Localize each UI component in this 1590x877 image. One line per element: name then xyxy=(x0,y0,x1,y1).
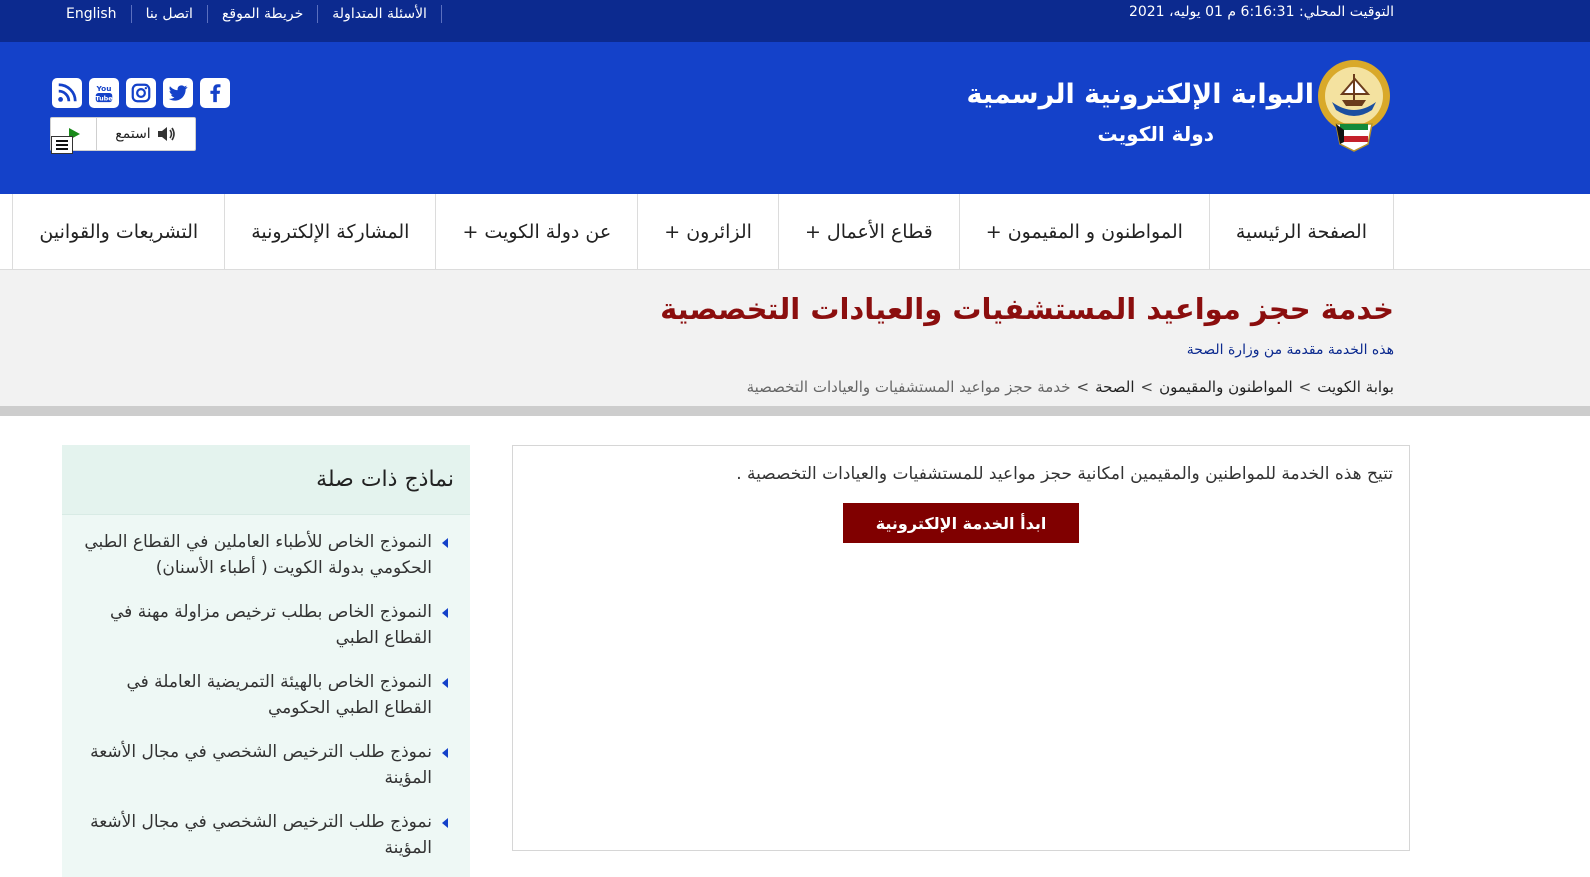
top-links: English اتصل بنا خريطة الموقع الأسئلة ال… xyxy=(52,0,442,28)
bullet-arrow-icon xyxy=(442,538,448,548)
nav-about-kuwait[interactable]: عن دولة الكويت + xyxy=(435,194,637,270)
faq-link[interactable]: الأسئلة المتداولة xyxy=(318,5,442,23)
breadcrumb-separator: > xyxy=(1298,378,1312,396)
twitter-icon[interactable] xyxy=(163,78,193,108)
breadcrumb-citizens[interactable]: المواطنون والمقيمون xyxy=(1159,378,1293,396)
sidebar-title: نماذج ذات صلة xyxy=(62,445,470,515)
contact-us-link[interactable]: اتصل بنا xyxy=(132,5,208,23)
page-title: خدمة حجز مواعيد المستشفيات والعيادات الت… xyxy=(660,292,1394,326)
related-forms-list: النموذج الخاص للأطباء العاملين في القطاع… xyxy=(62,515,470,861)
breadcrumb-health[interactable]: الصحة xyxy=(1095,378,1134,396)
svg-text:Tube: Tube xyxy=(95,94,113,102)
svg-text:You: You xyxy=(96,84,112,93)
social-links: You Tube xyxy=(52,78,230,108)
listen-menu-button[interactable] xyxy=(51,136,73,154)
service-provider: هذه الخدمة مقدمة من وزارة الصحة xyxy=(1186,342,1394,358)
nav-citizens-residents[interactable]: المواطنون و المقيمون + xyxy=(958,194,1209,270)
youtube-icon[interactable]: You Tube xyxy=(89,78,119,108)
bullet-arrow-icon xyxy=(442,678,448,688)
listen-widget: استمع xyxy=(50,117,196,154)
header: البوابة الإلكترونية الرسمية دولة الكويت … xyxy=(0,42,1590,194)
breadcrumb-current: خدمة حجز مواعيد المستشفيات والعيادات الت… xyxy=(746,378,1071,396)
speaker-icon xyxy=(157,127,175,141)
related-form-link[interactable]: نموذج طلب الترخيص الشخصي في مجال الأشعة … xyxy=(74,739,432,791)
rss-icon[interactable] xyxy=(52,78,82,108)
bullet-arrow-icon xyxy=(442,608,448,618)
local-time: التوقيت المحلي: 6:16:31 م 01 يوليه، 2021 xyxy=(1128,4,1394,20)
bullet-arrow-icon xyxy=(442,748,448,758)
listen-button[interactable]: استمع xyxy=(97,118,195,150)
facebook-icon[interactable] xyxy=(200,78,230,108)
nav-business[interactable]: قطاع الأعمال + xyxy=(777,194,959,270)
bullet-arrow-icon xyxy=(442,818,448,828)
related-form-link[interactable]: النموذج الخاص بالهيئة التمريضية العاملة … xyxy=(74,669,432,721)
kuwait-emblem-icon[interactable] xyxy=(1314,56,1394,152)
portal-subtitle: دولة الكويت xyxy=(1097,122,1214,146)
main-nav: الصفحة الرئيسية المواطنون و المقيمون + ق… xyxy=(0,194,1590,270)
breadcrumb: بوابة الكويت > المواطنون والمقيمون > الص… xyxy=(747,378,1394,396)
related-form-link[interactable]: النموذج الخاص بطلب ترخيص مزاولة مهنة في … xyxy=(74,599,432,651)
list-item[interactable]: نموذج طلب الترخيص الشخصي في مجال الأشعة … xyxy=(74,739,448,791)
nav-home[interactable]: الصفحة الرئيسية xyxy=(1208,194,1394,270)
nav-e-participation[interactable]: المشاركة الإلكترونية xyxy=(224,194,435,270)
portal-title: البوابة الإلكترونية الرسمية xyxy=(966,79,1314,110)
sitemap-link[interactable]: خريطة الموقع xyxy=(208,5,319,23)
related-form-link[interactable]: نموذج طلب الترخيص الشخصي في مجال الأشعة … xyxy=(74,809,432,861)
list-item[interactable]: النموذج الخاص بطلب ترخيص مزاولة مهنة في … xyxy=(74,599,448,651)
hamburger-icon xyxy=(56,140,68,150)
title-band: خدمة حجز مواعيد المستشفيات والعيادات الت… xyxy=(0,270,1590,416)
related-form-link[interactable]: النموذج الخاص للأطباء العاملين في القطاع… xyxy=(74,529,432,581)
breadcrumb-kuwait-portal[interactable]: بوابة الكويت xyxy=(1317,378,1394,396)
list-item[interactable]: النموذج الخاص للأطباء العاملين في القطاع… xyxy=(74,529,448,581)
english-link[interactable]: English xyxy=(52,5,132,23)
list-item[interactable]: نموذج طلب الترخيص الشخصي في مجال الأشعة … xyxy=(74,809,448,861)
list-item[interactable]: النموذج الخاص بالهيئة التمريضية العاملة … xyxy=(74,669,448,721)
nav-legislation[interactable]: التشريعات والقوانين xyxy=(12,194,224,270)
breadcrumb-separator: > xyxy=(1076,378,1090,396)
service-content: تتيح هذه الخدمة للمواطنين والمقيمين امكا… xyxy=(512,445,1410,851)
instagram-icon[interactable] xyxy=(126,78,156,108)
top-bar: English اتصل بنا خريطة الموقع الأسئلة ال… xyxy=(0,0,1590,42)
nav-visitors[interactable]: الزائرون + xyxy=(637,194,778,270)
related-forms-sidebar: نماذج ذات صلة النموذج الخاص للأطباء العا… xyxy=(62,445,470,877)
listen-label: استمع xyxy=(115,126,151,142)
service-description: تتيح هذه الخدمة للمواطنين والمقيمين امكا… xyxy=(736,464,1393,484)
breadcrumb-separator: > xyxy=(1140,378,1154,396)
start-e-service-button[interactable]: ابدأ الخدمة الإلكترونية xyxy=(843,503,1079,543)
